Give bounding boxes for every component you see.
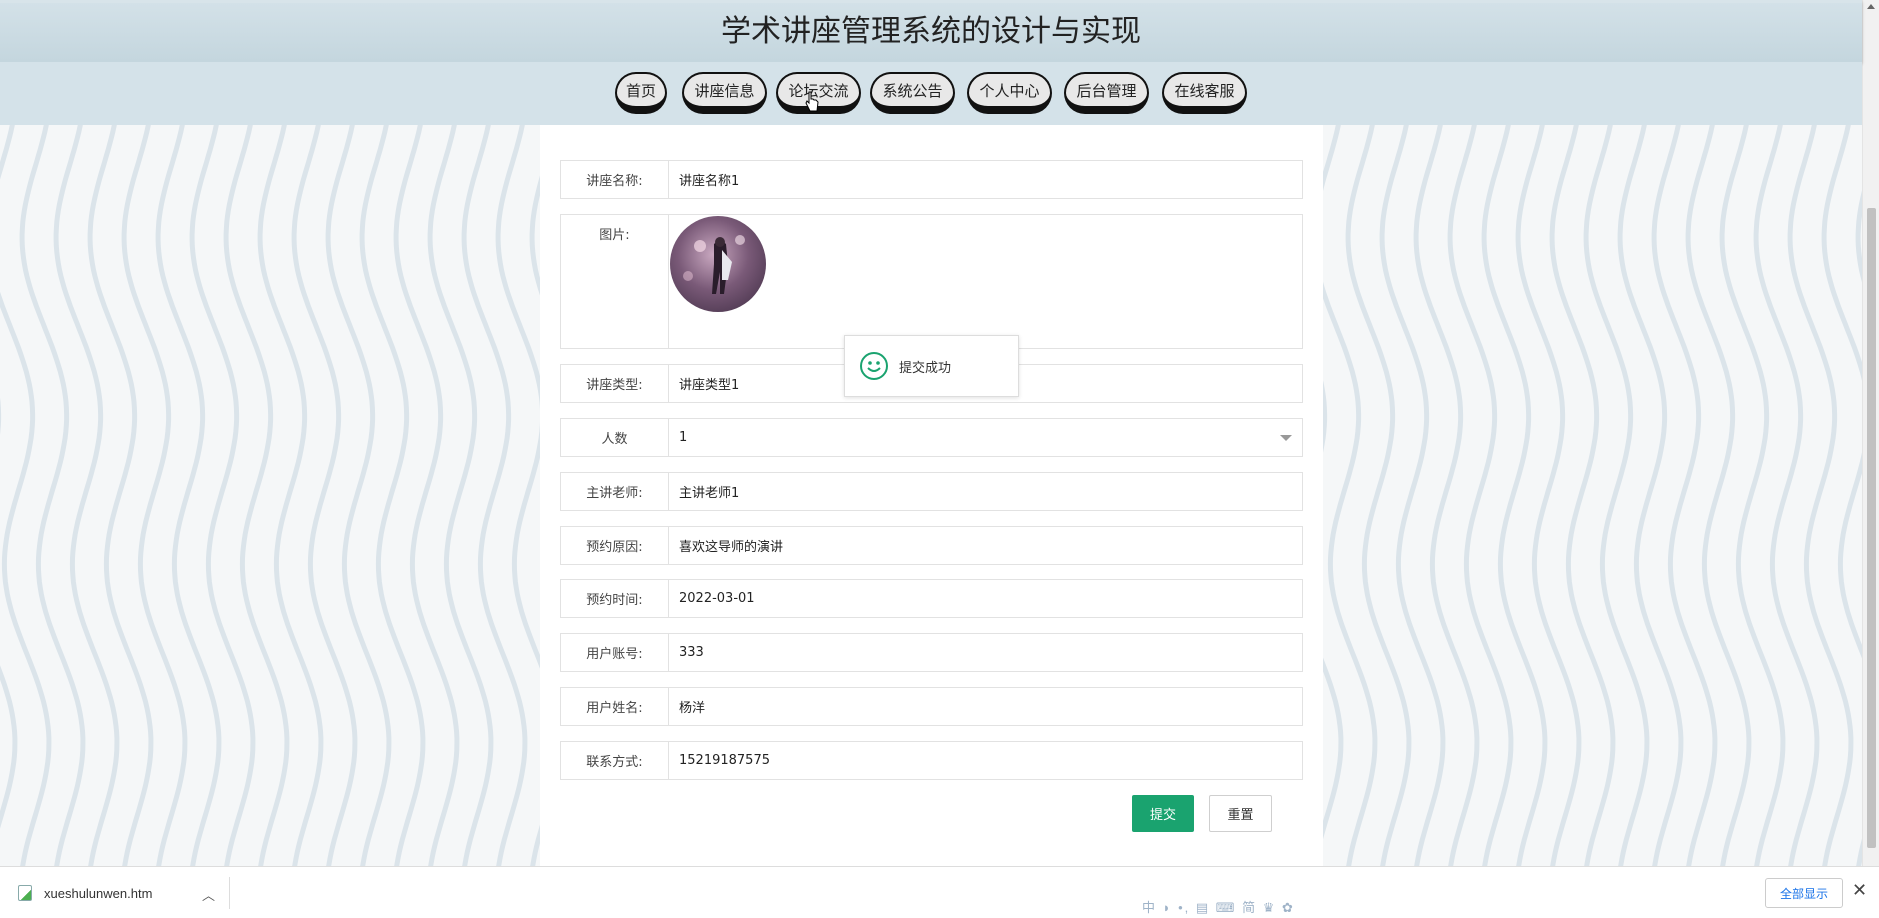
lecturer-input[interactable]: 主讲老师1 [668,473,1302,510]
field-account: 用户账号: 333 [560,633,1303,672]
show-all-button[interactable]: 全部显示 [1765,878,1843,908]
close-icon[interactable]: ✕ [1852,880,1867,901]
field-label: 用户账号: [586,647,643,662]
field-label: 讲座类型: [586,378,643,393]
count-select[interactable]: 1 [668,419,1302,456]
nav-home[interactable]: 首页 [615,72,667,114]
nav-profile[interactable]: 个人中心 [967,72,1052,114]
ime-toolbar: 中 ◗ •, ▤ ⌨ 简 ♛ ✿ [1142,900,1295,915]
hand-cursor-icon [805,91,819,112]
field-contact: 联系方式: 15219187575 [560,741,1303,780]
field-label: 预约时间: [586,593,643,608]
success-toast: 提交成功 [844,335,1019,397]
contact-input[interactable]: 15219187575 [668,742,1302,779]
nav-support[interactable]: 在线客服 [1162,72,1247,114]
username-input[interactable]: 杨洋 [668,688,1302,725]
site-title: 学术讲座管理系统的设计与实现 [721,14,1141,49]
field-label: 讲座名称: [586,174,643,189]
count-select-value: 1 [679,430,688,445]
reset-button[interactable]: 重置 [1209,795,1272,832]
download-filename: xueshulunwen.htm [44,885,153,901]
reason-input[interactable]: 喜欢这导师的演讲 [668,527,1302,564]
field-label: 预约原因: [586,540,643,555]
nav-lectures[interactable]: 讲座信息 [682,72,767,114]
lecture-image [670,216,766,312]
download-item[interactable]: xueshulunwen.htm ︿ [18,877,230,909]
field-image: 图片: [560,214,1303,349]
time-input[interactable]: 2022-03-01 [668,580,1302,617]
field-lecture-name: 讲座名称: 讲座名称1 [560,160,1303,199]
download-bar: xueshulunwen.htm ︿ 中 ◗ •, ▤ ⌨ 简 ♛ ✿ 全部显示… [0,866,1879,918]
main-nav: 首页 讲座信息 论坛交流 系统公告 个人中心 后台管理 在线客服 [0,62,1862,125]
field-lecturer: 主讲老师: 主讲老师1 [560,472,1303,511]
page-scrollbar[interactable] [1862,0,1879,866]
wave-line [1821,0,1862,866]
nav-admin[interactable]: 后台管理 [1064,72,1149,114]
smile-icon [860,352,888,380]
chevron-up-icon[interactable]: ︿ [202,885,215,904]
image-upload[interactable] [668,215,1302,348]
field-label: 用户姓名: [586,701,643,716]
wave-line [0,8,52,866]
scrollbar-thumb[interactable] [1867,208,1876,848]
field-username: 用户姓名: 杨洋 [560,687,1303,726]
field-time: 预约时间: 2022-03-01 [560,579,1303,618]
file-icon [18,885,32,901]
site-header: 学术讲座管理系统的设计与实现 [0,0,1862,62]
nav-announcements[interactable]: 系统公告 [870,72,955,114]
field-label: 人数 [601,432,628,447]
form-panel: 讲座名称: 讲座名称1 图片: 讲座类型: 讲座类型1 人数 1 主讲老师: 主… [540,125,1323,866]
submit-button[interactable]: 提交 [1132,795,1194,832]
account-input[interactable]: 333 [668,634,1302,671]
chevron-down-icon [1280,435,1292,441]
field-label: 图片: [599,227,630,243]
field-label: 主讲老师: [586,486,643,501]
lecture-name-input[interactable]: 讲座名称1 [668,161,1302,198]
field-count: 人数 1 [560,418,1303,457]
photo-silhouette [683,235,745,294]
field-reason: 预约原因: 喜欢这导师的演讲 [560,526,1303,565]
toast-message: 提交成功 [899,360,952,376]
field-label: 联系方式: [586,755,643,770]
scroll-up-icon[interactable] [1867,4,1875,9]
